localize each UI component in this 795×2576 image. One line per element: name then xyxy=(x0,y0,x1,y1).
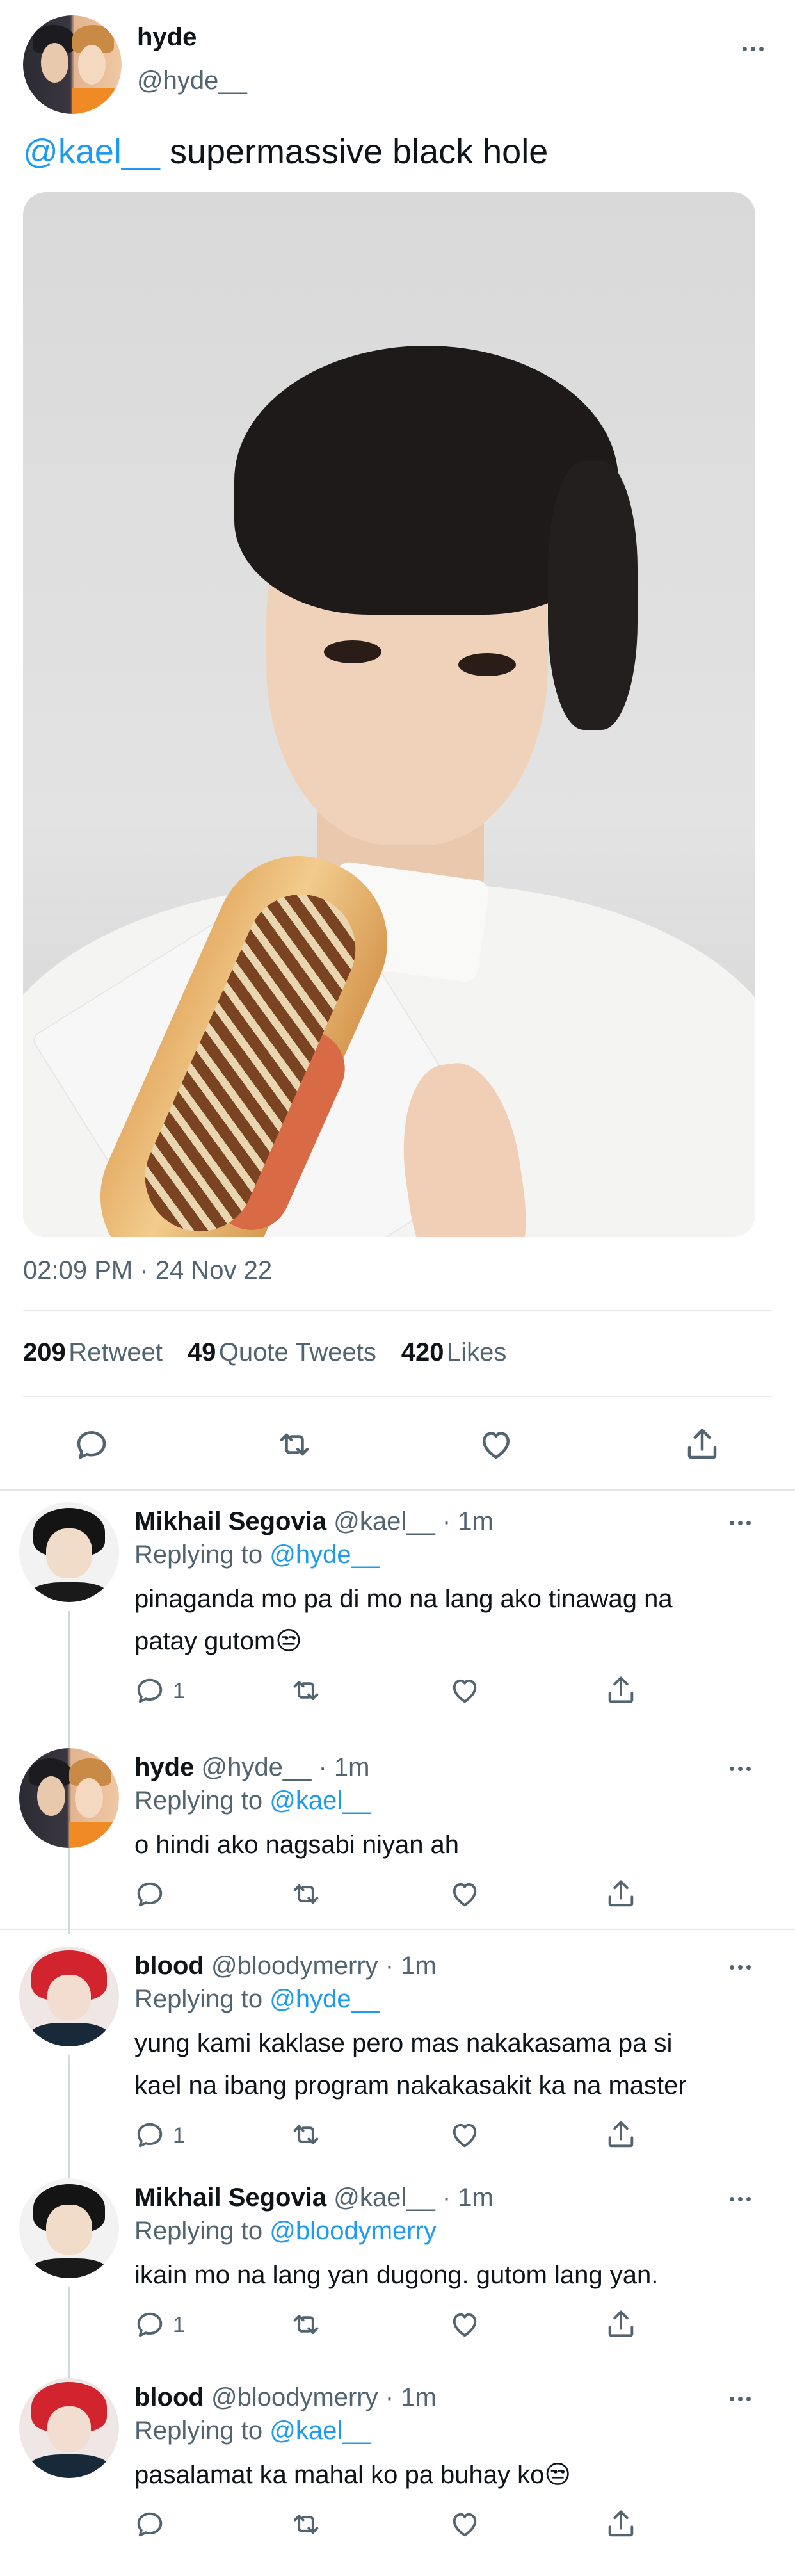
reply-text-line: yung kami kaklase pero mas nakakasama pa… xyxy=(134,2029,673,2057)
tweet-timestamp[interactable]: 02:09 PM · 24 Nov 22 xyxy=(23,1256,272,1285)
like-icon[interactable] xyxy=(448,2507,481,2544)
tweet-text: @kael__ supermassive black hole xyxy=(23,132,548,172)
reply-avatar[interactable] xyxy=(19,1502,119,1602)
reply-author-handle[interactable]: @bloodymerry xyxy=(211,1952,378,1980)
divider xyxy=(0,1489,795,1491)
reply-text-line: ikain mo na lang yan dugong. gutom lang … xyxy=(134,2261,659,2289)
reply-header: Mikhail Segovia @kael__ · 1m xyxy=(134,2183,494,2212)
reply-header: blood @bloodymerry · 1m xyxy=(134,2383,437,2412)
reply-time[interactable]: · 1m xyxy=(385,1952,437,1980)
reply-time[interactable]: · 1m xyxy=(385,2383,437,2411)
reply-author-name[interactable]: blood xyxy=(134,2383,204,2411)
reply-time[interactable]: · 1m xyxy=(442,1507,494,1535)
reply-header: hyde @hyde__ · 1m xyxy=(134,1753,369,1782)
reply-text: pasalamat ka mahal ko pa buhay ko😒 xyxy=(134,2454,571,2496)
share-icon[interactable] xyxy=(604,2118,638,2155)
quote-stat[interactable]: 49 Quote Tweets xyxy=(188,1338,376,1366)
replying-to-handle[interactable]: @hyde__ xyxy=(269,1541,380,1569)
reply-author-name[interactable]: Mikhail Segovia xyxy=(134,2183,326,2212)
retweet-icon[interactable] xyxy=(275,1425,314,1467)
like-icon[interactable] xyxy=(448,1674,481,1710)
reply-icon[interactable] xyxy=(72,1425,111,1467)
reply-author-handle[interactable]: @hyde__ xyxy=(201,1753,311,1781)
replying-to: Replying to @hyde__ xyxy=(134,1985,380,2013)
more-icon[interactable] xyxy=(730,1516,755,1529)
replying-to-handle[interactable]: @hyde__ xyxy=(269,1985,380,2013)
author-handle[interactable]: @hyde__ xyxy=(137,67,247,95)
more-icon[interactable] xyxy=(743,42,768,55)
reply-avatar[interactable] xyxy=(19,2378,119,2478)
reply-author-handle[interactable]: @kael__ xyxy=(333,2183,435,2212)
more-icon[interactable] xyxy=(730,2392,755,2405)
replying-to-handle[interactable]: @kael__ xyxy=(269,2417,371,2445)
retweet-icon[interactable] xyxy=(289,2507,323,2544)
reply-avatar[interactable] xyxy=(19,1748,119,1848)
author-avatar[interactable] xyxy=(23,15,122,114)
more-icon[interactable] xyxy=(730,1762,755,1775)
reply-icon[interactable] xyxy=(133,1674,166,1710)
reply-count: 1 xyxy=(173,2123,185,2148)
reply-icon[interactable] xyxy=(133,1877,166,1914)
reply-author-handle[interactable]: @kael__ xyxy=(333,1507,435,1535)
reply-header: Mikhail Segovia @kael__ · 1m xyxy=(134,1507,494,1536)
tweet-body: supermassive black hole xyxy=(159,133,549,171)
share-icon[interactable] xyxy=(604,1674,638,1710)
like-icon[interactable] xyxy=(448,2308,481,2344)
reply-time[interactable]: · 1m xyxy=(318,1753,369,1781)
reply-text: o hindi ako nagsabi niyan ah xyxy=(134,1824,459,1866)
reply-author-name[interactable]: hyde xyxy=(134,1753,194,1781)
replying-to: Replying to @bloodymerry xyxy=(134,2217,437,2245)
replying-to: Replying to @kael__ xyxy=(134,2417,371,2445)
reply-author-handle[interactable]: @bloodymerry xyxy=(211,2383,378,2411)
retweet-stat[interactable]: 209 Retweet xyxy=(23,1338,163,1366)
share-icon[interactable] xyxy=(604,2308,638,2344)
reply-icon[interactable] xyxy=(133,2507,166,2544)
tweet-stats: 209 Retweet 49 Quote Tweets 420 Likes xyxy=(23,1338,506,1367)
reply-count: 1 xyxy=(173,1679,185,1703)
replying-to-handle[interactable]: @bloodymerry xyxy=(269,2217,437,2245)
reply-avatar[interactable] xyxy=(19,2178,119,2278)
reply-text: pinaganda mo pa di mo na lang ako tinawa… xyxy=(134,1578,673,1662)
reply-author-name[interactable]: Mikhail Segovia xyxy=(134,1507,326,1535)
reply-text-line: pinaganda mo pa di mo na lang ako tinawa… xyxy=(134,1585,673,1613)
reply-text-line: pasalamat ka mahal ko pa buhay ko😒 xyxy=(134,2461,572,2489)
like-icon[interactable] xyxy=(448,1877,481,1914)
replying-to: Replying to @kael__ xyxy=(134,1786,371,1815)
retweet-icon[interactable] xyxy=(289,1674,323,1710)
reply-icon[interactable] xyxy=(133,2118,166,2155)
like-icon[interactable] xyxy=(448,2118,481,2155)
share-icon[interactable] xyxy=(604,2507,638,2544)
share-icon[interactable] xyxy=(604,1877,638,1914)
reply-icon[interactable] xyxy=(133,2308,166,2344)
more-icon[interactable] xyxy=(730,2192,755,2205)
replying-to-handle[interactable]: @kael__ xyxy=(269,1786,371,1815)
reply-text: ikain mo na lang yan dugong. gutom lang … xyxy=(134,2254,658,2296)
reply-time[interactable]: · 1m xyxy=(442,2183,494,2212)
author-name[interactable]: hyde xyxy=(137,23,197,52)
tweet-mention[interactable]: @kael__ xyxy=(23,133,160,171)
retweet-icon[interactable] xyxy=(289,2118,323,2155)
share-icon[interactable] xyxy=(683,1425,721,1467)
reply-text-line: patay gutom😒 xyxy=(134,1627,302,1655)
retweet-icon[interactable] xyxy=(289,2308,323,2344)
likes-stat[interactable]: 420 Likes xyxy=(401,1338,507,1366)
divider xyxy=(23,1310,772,1311)
reply-author-name[interactable]: blood xyxy=(134,1952,204,1980)
thread-line xyxy=(68,2055,70,2190)
tweet-photo[interactable] xyxy=(23,192,755,1237)
divider xyxy=(23,1396,772,1397)
reply-text-line: o hindi ako nagsabi niyan ah xyxy=(134,1831,460,1859)
replying-to: Replying to @hyde__ xyxy=(134,1541,380,1569)
reply-header: blood @bloodymerry · 1m xyxy=(134,1952,437,1981)
more-icon[interactable] xyxy=(730,1961,755,1973)
divider xyxy=(0,1929,795,1930)
reply-text: yung kami kaklase pero mas nakakasama pa… xyxy=(134,2022,687,2107)
retweet-icon[interactable] xyxy=(289,1877,323,1914)
reply-count: 1 xyxy=(173,2313,185,2337)
like-icon[interactable] xyxy=(477,1425,515,1467)
reply-text-line: kael na ibang program nakakasakit ka na … xyxy=(134,2071,687,2100)
reply-avatar[interactable] xyxy=(19,1947,119,2046)
thread-line xyxy=(68,2287,70,2382)
